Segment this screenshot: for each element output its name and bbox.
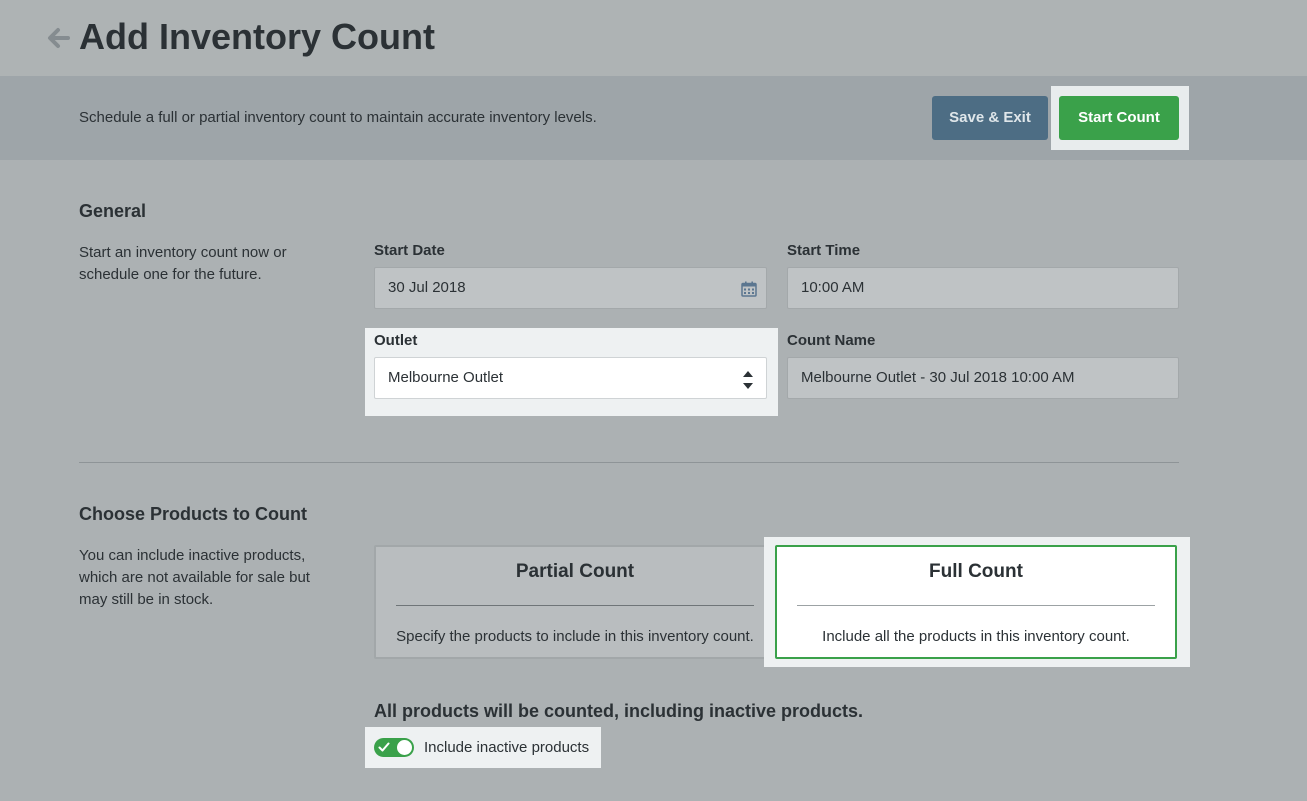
full-count-highlight: Full Count Include all the products in t… xyxy=(764,537,1190,667)
include-inactive-label: Include inactive products xyxy=(424,739,590,756)
full-count-title: Full Count xyxy=(929,561,1023,582)
start-date-value: 30 Jul 2018 xyxy=(388,279,466,296)
products-section-description: You can include inactive products, which… xyxy=(79,547,310,608)
outlet-select[interactable]: Melbourne Outlet xyxy=(374,357,767,399)
partial-count-divider xyxy=(396,605,754,606)
count-notice: All products will be counted, including … xyxy=(374,701,864,721)
save-exit-button[interactable]: Save & Exit xyxy=(932,96,1048,140)
include-inactive-toggle[interactable] xyxy=(374,738,414,757)
page-header: Add Inventory Count xyxy=(0,0,1307,76)
toggle-knob xyxy=(397,740,412,755)
products-section-title: Choose Products to Count xyxy=(79,504,307,524)
start-date-label: Start Date xyxy=(374,242,445,259)
full-count-divider xyxy=(797,605,1155,606)
check-icon xyxy=(378,742,390,752)
calendar-icon[interactable] xyxy=(741,281,757,297)
general-section-title: General xyxy=(79,201,147,221)
page-description: Schedule a full or partial inventory cou… xyxy=(79,109,597,126)
page-title: Add Inventory Count xyxy=(79,16,435,57)
count-name-value: Melbourne Outlet - 30 Jul 2018 10:00 AM xyxy=(801,369,1075,386)
action-bar: Schedule a full or partial inventory cou… xyxy=(0,76,1307,160)
arrow-left-icon[interactable] xyxy=(46,24,70,52)
count-name-label: Count Name xyxy=(787,332,876,349)
outlet-value: Melbourne Outlet xyxy=(388,369,504,386)
full-count-option[interactable]: Full Count Include all the products in t… xyxy=(775,545,1177,659)
outlet-highlight: Outlet Melbourne Outlet xyxy=(365,328,778,416)
start-date-input[interactable]: 30 Jul 2018 xyxy=(374,267,767,309)
partial-count-option[interactable]: Partial Count Specify the products to in… xyxy=(374,545,776,659)
start-count-button[interactable]: Start Count xyxy=(1059,96,1179,140)
section-divider xyxy=(79,462,1179,463)
include-inactive-highlight: Include inactive products xyxy=(365,727,601,768)
general-section-description: Start an inventory count now or schedule… xyxy=(79,244,287,283)
outlet-label: Outlet xyxy=(374,332,418,349)
partial-count-title: Partial Count xyxy=(515,561,635,582)
start-count-highlight: Start Count xyxy=(1051,86,1189,150)
start-time-value: 10:00 AM xyxy=(801,279,865,296)
select-updown-icon xyxy=(743,371,753,389)
full-count-description: Include all the products in this invento… xyxy=(822,628,1130,645)
count-name-input[interactable]: Melbourne Outlet - 30 Jul 2018 10:00 AM xyxy=(787,357,1179,399)
partial-count-description: Specify the products to include in this … xyxy=(396,628,754,645)
start-time-label: Start Time xyxy=(787,242,861,259)
start-time-input[interactable]: 10:00 AM xyxy=(787,267,1179,309)
